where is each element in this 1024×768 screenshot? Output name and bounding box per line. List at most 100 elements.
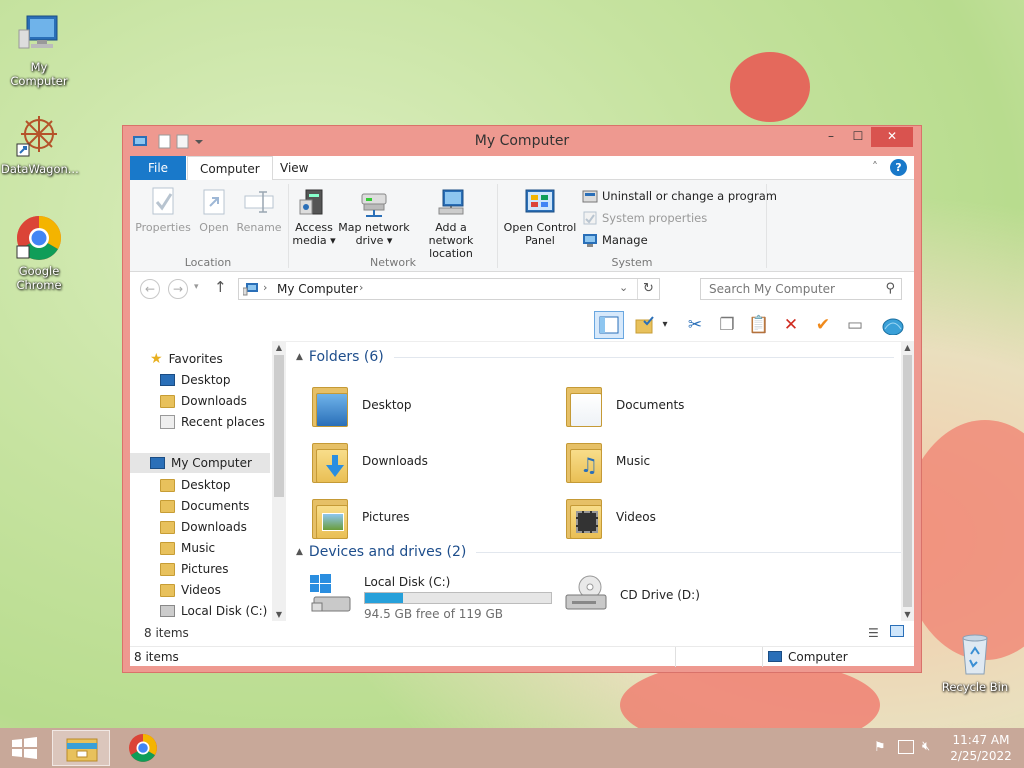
scrollbar-thumb[interactable]	[903, 355, 912, 607]
properties-button[interactable]: Properties	[134, 186, 192, 234]
system-properties-button[interactable]: System properties	[582, 210, 707, 226]
divider	[476, 551, 907, 553]
up-button[interactable]: ↑	[214, 278, 227, 296]
scroll-down-arrow[interactable]: ▼	[272, 610, 286, 619]
breadcrumb[interactable]: My Computer	[277, 282, 358, 296]
volume-muted-icon[interactable]: 🔇︎	[922, 739, 930, 754]
group-label-location: Location	[184, 256, 232, 269]
folder-check-icon[interactable]	[632, 312, 658, 338]
status-bar: 8 items Computer	[130, 646, 914, 667]
folder-documents[interactable]: Documents	[564, 383, 684, 427]
nav-pc-music[interactable]: Music	[160, 538, 215, 558]
folder-desktop[interactable]: Desktop	[310, 383, 412, 427]
nav-favorites[interactable]: ★ Favorites	[150, 349, 223, 369]
open-control-panel-button[interactable]: Open Control Panel	[502, 186, 578, 247]
nav-fav-downloads[interactable]: Downloads	[160, 391, 247, 411]
group-label-system: System	[611, 256, 653, 269]
clock[interactable]: 11:47 AM 2/25/2022	[946, 732, 1016, 764]
help-icon[interactable]: ?	[890, 159, 907, 176]
nav-pc-downloads[interactable]: Downloads	[160, 517, 247, 537]
navigation-pane: ★ Favorites Desktop Downloads Recent pla…	[130, 341, 286, 621]
properties-card-icon[interactable]: ▭	[842, 312, 868, 338]
status-divider	[762, 647, 763, 667]
group-label-network: Network	[370, 256, 416, 269]
nav-pc-videos[interactable]: Videos	[160, 580, 221, 600]
taskbar-file-explorer[interactable]	[52, 730, 110, 766]
nav-pc-documents[interactable]: Documents	[160, 496, 249, 516]
folder-videos[interactable]: Videos	[564, 495, 656, 539]
access-media-button[interactable]: Access media ▾	[292, 186, 336, 247]
desktop-icon-google-chrome[interactable]: Google Chrome	[1, 214, 77, 292]
scrollbar-thumb[interactable]	[274, 355, 284, 497]
drive-local-disk-c[interactable]: Local Disk (C:) 94.5 GB free of 119 GB	[308, 573, 552, 621]
add-network-location-label: Add a network	[428, 221, 474, 247]
recent-locations-icon[interactable]: ▾	[194, 282, 199, 292]
copy-icon[interactable]: ❐	[714, 312, 740, 338]
action-center-flag-icon[interactable]: ⚑	[874, 740, 886, 755]
item-count-row: 8 items ☰	[130, 622, 914, 646]
nav-my-computer[interactable]: My Computer	[130, 453, 270, 473]
folder-downloads[interactable]: Downloads	[310, 439, 428, 483]
refresh-icon[interactable]: ↻	[637, 279, 659, 299]
tab-computer[interactable]: Computer	[187, 156, 273, 181]
rename-button[interactable]: Rename	[234, 186, 284, 234]
scroll-down-arrow[interactable]: ▼	[901, 610, 914, 619]
check-icon[interactable]: ✔	[810, 312, 836, 338]
devices-group-header[interactable]: ▲ Devices and drives (2)	[296, 544, 907, 560]
desktop-icon-recycle-bin[interactable]: Recycle Bin	[937, 630, 1013, 694]
desktop-folder-icon	[310, 383, 350, 427]
window-title: My Computer	[474, 133, 570, 149]
back-button[interactable]: ←	[140, 279, 160, 299]
start-button[interactable]	[6, 734, 44, 762]
layout-pane-icon[interactable]	[594, 311, 624, 339]
shell-icon[interactable]	[880, 312, 906, 338]
status-divider	[675, 647, 676, 667]
drive-cd-d[interactable]: CD Drive (D:)	[564, 573, 700, 617]
folder-music[interactable]: ♫ Music	[564, 439, 650, 483]
nav-fav-desktop[interactable]: Desktop	[160, 370, 231, 390]
network-drive-icon	[358, 186, 390, 218]
nav-item-label: Videos	[181, 583, 221, 597]
folders-group-header[interactable]: ▲ Folders (6)	[296, 349, 894, 365]
open-button[interactable]: Open	[194, 186, 234, 234]
address-bar[interactable]: › My Computer › ⌄ ↻	[238, 278, 660, 300]
scroll-up-arrow[interactable]: ▲	[272, 343, 286, 352]
address-row: ← → ▾ ↑ › My Computer › ⌄ ↻ Search My Co…	[130, 273, 914, 305]
nav-fav-recent-places[interactable]: Recent places	[160, 412, 265, 432]
scroll-up-arrow[interactable]: ▲	[901, 343, 914, 352]
tab-file[interactable]: File	[130, 156, 186, 180]
nav-pc-pictures[interactable]: Pictures	[160, 559, 229, 579]
star-icon: ★	[150, 351, 163, 367]
map-network-drive-button[interactable]: Map network drive ▾	[336, 186, 412, 247]
desktop-icon-datawagon[interactable]: DataWagon...	[1, 112, 79, 176]
delete-icon[interactable]: ✕	[778, 312, 804, 338]
paste-icon[interactable]: 📋	[746, 312, 772, 338]
collapse-ribbon-icon[interactable]: ˄	[872, 160, 878, 174]
details-view-icon[interactable]: ☰	[868, 626, 879, 640]
cut-icon[interactable]: ✂	[682, 312, 708, 338]
forward-button[interactable]: →	[168, 279, 188, 299]
nav-pc-local-disk[interactable]: Local Disk (C:)	[160, 601, 267, 621]
title-bar[interactable]: My Computer – ☐ ✕	[123, 126, 921, 156]
tab-view[interactable]: View	[268, 156, 320, 180]
minimize-button[interactable]: –	[817, 127, 845, 147]
taskbar-chrome[interactable]	[114, 730, 172, 766]
close-button[interactable]: ✕	[871, 127, 913, 147]
open-label: Open	[199, 221, 229, 234]
manage-button[interactable]: Manage	[582, 232, 648, 248]
large-icons-view-icon[interactable]	[890, 625, 904, 637]
add-network-location-button[interactable]: Add a network location	[412, 186, 490, 260]
address-history-icon[interactable]: ⌄	[619, 281, 628, 294]
nav-pc-desktop[interactable]: Desktop	[160, 475, 231, 495]
uninstall-program-button[interactable]: Uninstall or change a program	[582, 188, 777, 204]
search-input[interactable]: Search My Computer ⚲	[700, 278, 902, 300]
desktop-icon-my-computer[interactable]: My Computer	[1, 10, 77, 88]
dropdown-arrow-icon[interactable]: ▾	[658, 312, 672, 338]
collapse-icon: ▲	[296, 352, 303, 362]
maximize-button[interactable]: ☐	[845, 127, 871, 147]
content-scrollbar[interactable]: ▲ ▼	[901, 341, 914, 621]
network-icon[interactable]	[898, 740, 914, 754]
computer-icon	[15, 10, 63, 58]
folder-pictures[interactable]: Pictures	[310, 495, 410, 539]
nav-pane-scrollbar[interactable]: ▲ ▼	[272, 341, 286, 621]
